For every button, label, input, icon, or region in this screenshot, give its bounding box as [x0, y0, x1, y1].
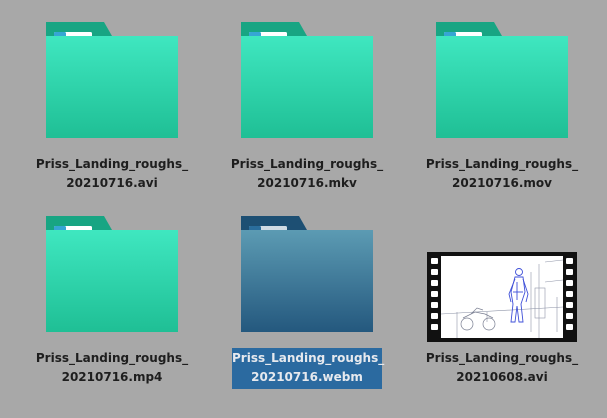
- folder-icon: [32, 20, 192, 148]
- video-thumbnail-icon: [422, 214, 582, 342]
- file-item-1[interactable]: Priss_Landing_roughs_ 20210716.avi: [32, 20, 192, 210]
- file-item-4[interactable]: Priss_Landing_roughs_ 20210716.mp4: [32, 214, 192, 404]
- folder-icon: [422, 20, 582, 148]
- file-name-label: Priss_Landing_roughs_ 20210716.mkv: [230, 157, 384, 190]
- file-name-label: Priss_Landing_roughs_ 20210716.mov: [425, 157, 579, 190]
- file-name-label: Priss_Landing_roughs_ 20210716.avi: [35, 157, 189, 190]
- file-item-5[interactable]: Priss_Landing_roughs_ 20210716.webm: [227, 214, 387, 404]
- file-name-label: Priss_Landing_roughs_ 20210716.webm: [232, 348, 384, 389]
- file-item-6[interactable]: Priss_Landing_roughs_ 20210608.avi: [422, 214, 582, 404]
- file-item-3[interactable]: Priss_Landing_roughs_ 20210716.mov: [422, 20, 582, 210]
- folder-icon: [32, 214, 192, 342]
- folder-icon: [227, 214, 387, 342]
- folder-icon: [227, 20, 387, 148]
- file-name-label: Priss_Landing_roughs_ 20210608.avi: [425, 351, 579, 384]
- file-name-label: Priss_Landing_roughs_ 20210716.mp4: [35, 351, 189, 384]
- file-item-2[interactable]: Priss_Landing_roughs_ 20210716.mkv: [227, 20, 387, 210]
